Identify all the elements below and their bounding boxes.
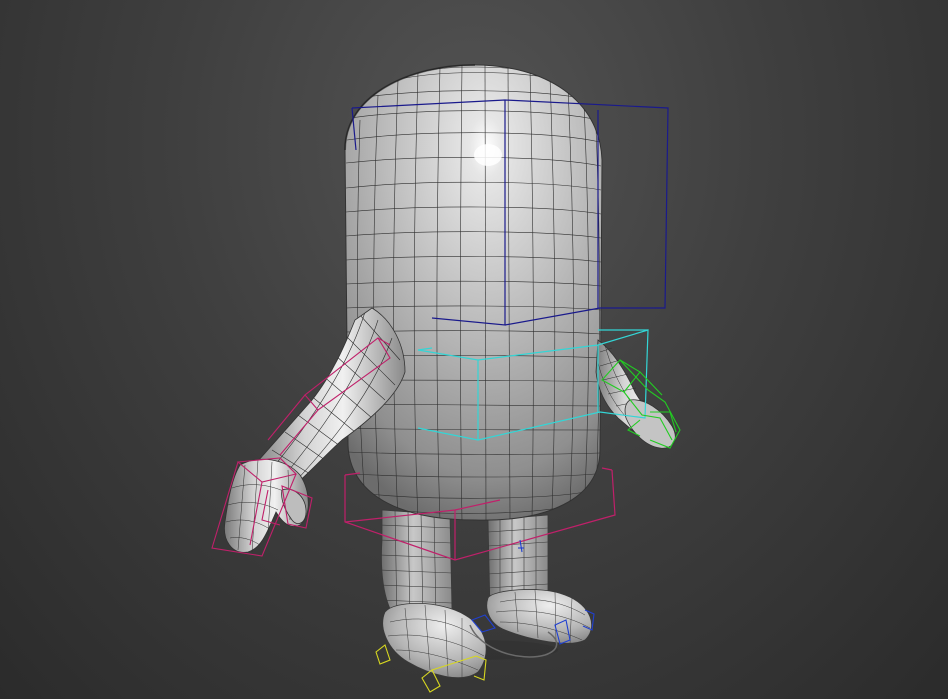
foot-right-mesh[interactable]: [486, 589, 592, 644]
leg-right-mesh[interactable]: [486, 514, 592, 645]
arm-right-mesh[interactable]: [595, 339, 676, 449]
foot-left-mesh[interactable]: [382, 602, 487, 679]
3d-viewport[interactable]: [0, 0, 948, 699]
viewport-canvas[interactable]: [0, 0, 948, 699]
body-highlight: [474, 144, 502, 166]
leg-left-mesh[interactable]: [380, 509, 487, 679]
body-mesh[interactable]: [344, 64, 603, 521]
